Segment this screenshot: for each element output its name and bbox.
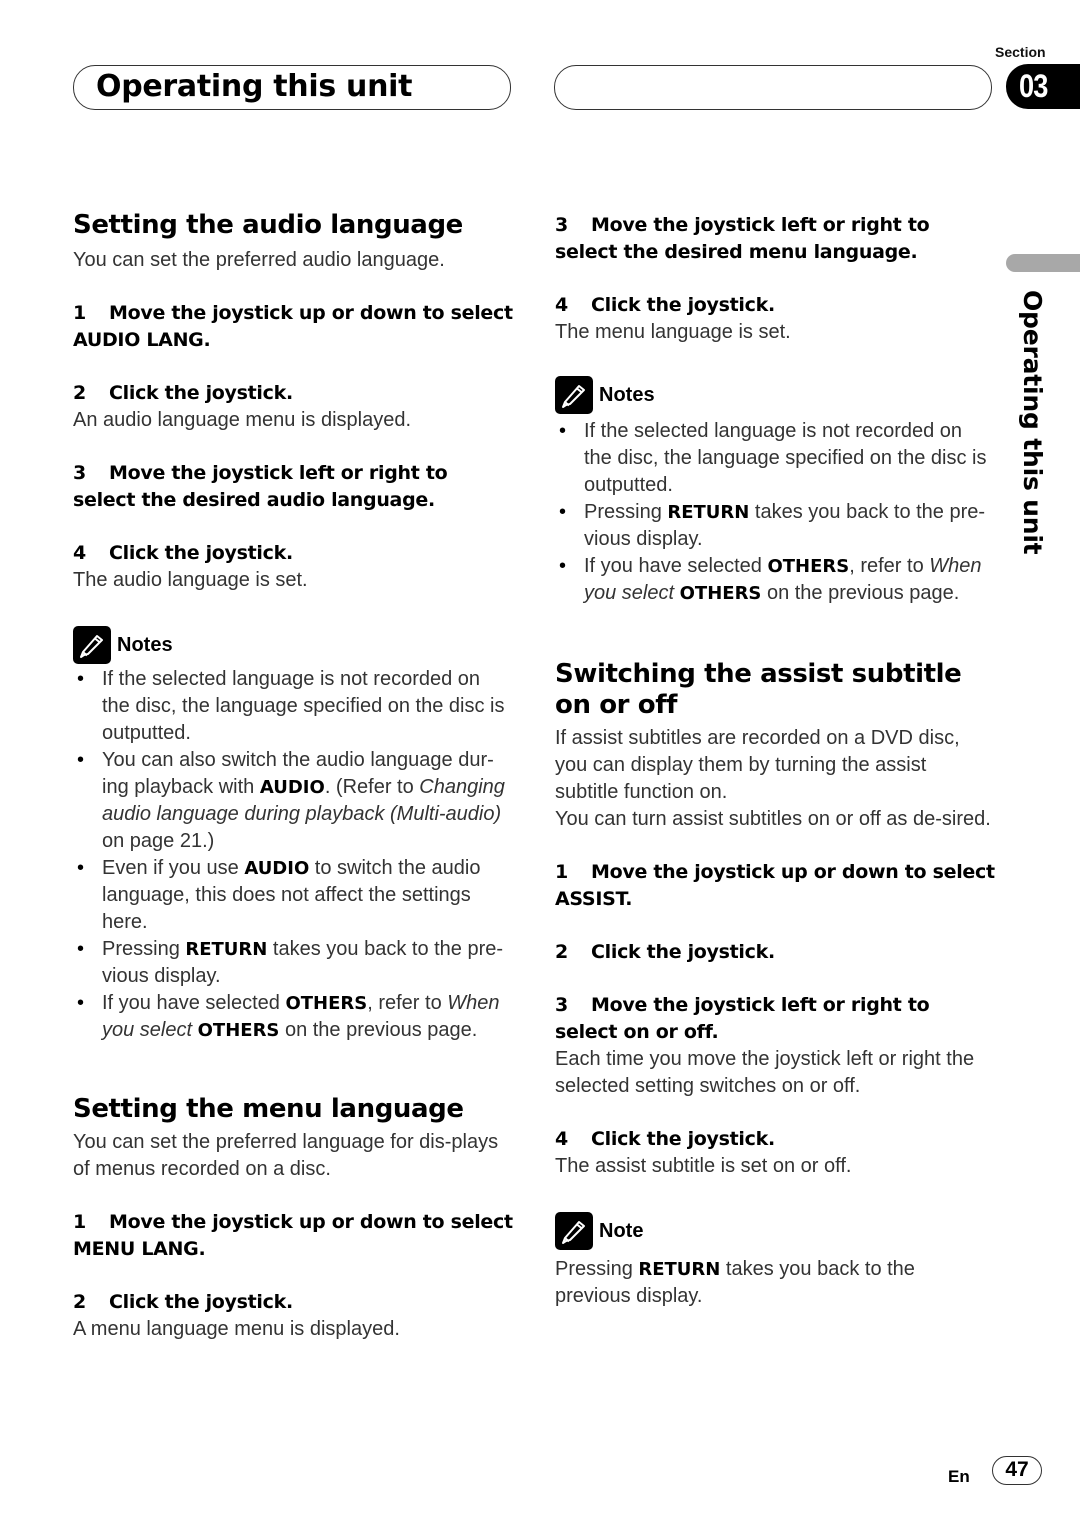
pencil-note-icon	[555, 1212, 593, 1250]
menu-notes-header: Notes	[555, 376, 995, 414]
assist-step-1: 1 Move the joystick up or down to select …	[555, 861, 995, 910]
menu-notes-list: If the selected language is not recorded…	[555, 418, 995, 607]
note-item: You can also switch the audio language d…	[73, 747, 513, 855]
page-number-box: 47	[992, 1456, 1042, 1485]
menu-step-4-desc: The menu language is set.	[555, 321, 791, 343]
pencil-note-icon	[555, 376, 593, 414]
audio-notes-header: Notes	[73, 626, 513, 664]
menu-step-2-desc: A menu language menu is displayed.	[73, 1318, 400, 1340]
left-column: Setting the audio language You can set t…	[73, 210, 513, 1343]
audio-step-1: 1 Move the joystick up or down to select …	[73, 302, 513, 351]
audio-step-2: 2 Click the joystick.	[73, 382, 293, 404]
audio-step-4-desc: The audio language is set.	[73, 569, 308, 591]
assist-step-4-desc: The assist subtitle is set on or off.	[555, 1155, 852, 1177]
assist-subtitle-intro-1: If assist subtitles are recorded on a DV…	[555, 727, 960, 803]
right-column: 3 Move the joystick left or right to sele…	[555, 210, 995, 1310]
assist-note-text: Pressing RETURN takes you back to the pr…	[555, 1258, 915, 1307]
audio-step-3: 3 Move the joystick left or right to sele…	[73, 462, 448, 511]
assist-step-2: 2 Click the joystick.	[555, 941, 775, 963]
note-item: If you have selected OTHERS, refer to Wh…	[555, 553, 995, 607]
section-number-tab: 03	[1006, 64, 1080, 109]
menu-step-1: 1 Move the joystick up or down to select …	[73, 1211, 513, 1260]
note-item: If the selected language is not recorded…	[73, 666, 513, 747]
menu-step-4: 4 Click the joystick.	[555, 294, 775, 316]
side-tab-marker	[1006, 254, 1080, 272]
language-code: En	[948, 1467, 970, 1486]
note-item: Even if you use AUDIO to switch the audi…	[73, 855, 513, 936]
audio-step-2-desc: An audio language menu is displayed.	[73, 409, 412, 431]
note-item: Pressing RETURN takes you back to the pr…	[555, 499, 995, 553]
note-item: If you have selected OTHERS, refer to Wh…	[73, 990, 513, 1044]
assist-subtitle-heading: Switching the assist subtitle on or off	[555, 659, 962, 720]
pencil-note-icon	[73, 626, 111, 664]
section-label: Section	[995, 44, 1046, 60]
side-tab-label: Operating this unit	[1018, 290, 1047, 555]
audio-language-heading: Setting the audio language	[73, 210, 463, 240]
header-empty-box	[554, 65, 992, 110]
assist-step-3: 3 Move the joystick left or right to sele…	[555, 994, 930, 1043]
note-item: If the selected language is not recorded…	[555, 418, 995, 499]
assist-step-4: 4 Click the joystick.	[555, 1128, 775, 1150]
menu-language-intro: You can set the preferred language for d…	[73, 1131, 499, 1180]
note-item: Pressing RETURN takes you back to the pr…	[73, 936, 513, 990]
audio-language-intro: You can set the preferred audio language…	[73, 249, 445, 271]
assist-step-3-desc: Each time you move the joystick left or …	[555, 1048, 975, 1097]
menu-step-2: 2 Click the joystick.	[73, 1291, 293, 1313]
section-number: 03	[1019, 68, 1048, 104]
chapter-title: Operating this unit	[96, 69, 413, 104]
menu-language-heading: Setting the menu language	[73, 1094, 464, 1124]
page-number: 47	[1005, 1458, 1029, 1481]
chapter-title-box: Operating this unit	[73, 65, 511, 110]
assist-note-header: Note	[555, 1212, 995, 1250]
audio-step-4: 4 Click the joystick.	[73, 542, 293, 564]
audio-notes-list: If the selected language is not recorded…	[73, 666, 513, 1044]
menu-step-3: 3 Move the joystick left or right to sele…	[555, 214, 930, 263]
assist-subtitle-intro-2: You can turn assist subtitles on or off …	[555, 808, 991, 830]
